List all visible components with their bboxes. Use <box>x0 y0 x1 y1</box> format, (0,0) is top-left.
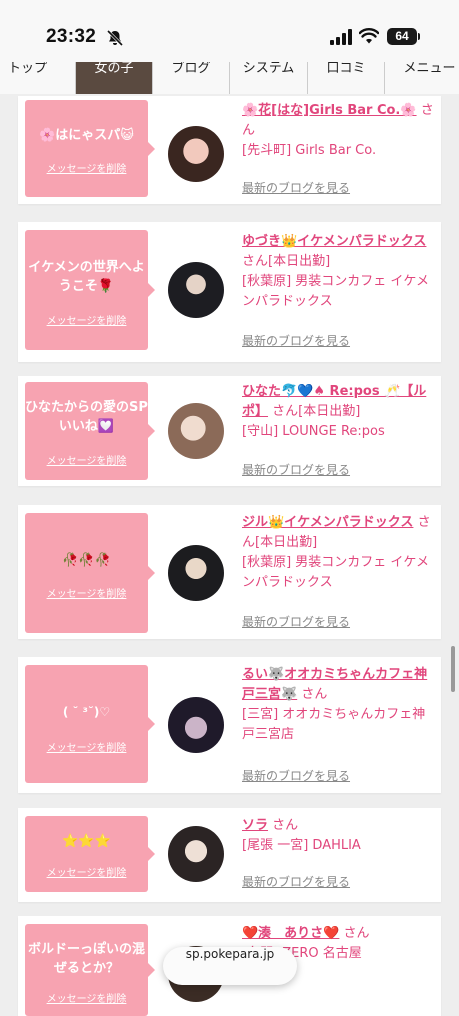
blog-link[interactable]: 最新のブログを見る <box>242 461 350 478</box>
delete-message-link[interactable]: メッセージを削除 <box>25 452 148 467</box>
tab-girls[interactable]: 女の子 <box>76 62 153 94</box>
blog-link[interactable]: 最新のブログを見る <box>242 332 350 349</box>
signal-icon <box>330 29 352 45</box>
status-bar: 23:32 64 <box>0 0 459 62</box>
avatar[interactable] <box>168 126 224 182</box>
avatar[interactable] <box>168 403 224 459</box>
tab-top[interactable]: トップ <box>0 62 76 94</box>
shop-name: [先斗町] Girls Bar Co. <box>242 143 377 158</box>
status-time: 23:32 <box>46 26 97 47</box>
message-card: ⭐⭐⭐ メッセージを削除 ソラ さん [尾張 一宮] DAHLIA 最新のブログ… <box>18 808 441 902</box>
today-badge: [本日出勤] <box>255 535 318 550</box>
message-card: ( ˘ ³˘)♡ メッセージを削除 るい🐺オオカミちゃんカフェ神戸三宮🐺 さん … <box>18 657 441 793</box>
message-text: ⭐⭐⭐ <box>62 834 111 849</box>
blog-link[interactable]: 最新のブログを見る <box>242 613 350 630</box>
wifi-icon <box>359 28 379 44</box>
message-bubble: イケメンの世界へようこそ🌹 メッセージを削除 <box>25 230 155 350</box>
message-bubble: ( ˘ ³˘)♡ メッセージを削除 <box>25 665 155 783</box>
cast-name-link[interactable]: 🌸花[はな]Girls Bar Co.🌸 <box>242 103 417 118</box>
shop-name: [秋葉原] 男装コンカフェ イケメンパラドックス <box>242 555 430 590</box>
shop-name: [守山] LOUNGE Re:pos <box>242 424 385 439</box>
cast-info: ソラ さん [尾張 一宮] DAHLIA <box>242 816 438 856</box>
cast-info: るい🐺オオカミちゃんカフェ神戸三宮🐺 さん [三宮] オオカミちゃんカフェ神戸三… <box>242 665 438 745</box>
shop-name: [三宮] オオカミちゃんカフェ神戸三宮店 <box>242 707 426 742</box>
cast-info: ひなた🐬💙♠ Re:pos 🥂【ルポ】 さん[本日出勤] [守山] LOUNGE… <box>242 382 438 442</box>
avatar[interactable] <box>168 262 224 318</box>
honorific: さん <box>343 926 370 941</box>
delete-message-link[interactable]: メッセージを削除 <box>25 864 148 879</box>
cast-info: ジル👑イケメンパラドックス さん[本日出勤] [秋葉原] 男装コンカフェ イケメ… <box>242 513 438 593</box>
cast-info: 🌸花[はな]Girls Bar Co.🌸 さん [先斗町] Girls Bar … <box>242 101 438 161</box>
tab-bar: トップ 女の子 ブログ システム 口コミ メニュー <box>0 62 459 94</box>
tab-reviews[interactable]: 口コミ <box>308 62 385 94</box>
message-bubble: ひなたからの愛のSPいいね💟 メッセージを削除 <box>25 382 155 480</box>
message-bubble: 🥀🥀🥀 メッセージを削除 <box>25 513 155 633</box>
message-card: イケメンの世界へようこそ🌹 メッセージを削除 ゆづき👑イケメンパラドックス さん… <box>18 222 441 362</box>
cast-name-link[interactable]: るい🐺オオカミちゃんカフェ神戸三宮🐺 <box>242 667 427 702</box>
cast-name-link[interactable]: ソラ <box>242 818 268 833</box>
blog-link[interactable]: 最新のブログを見る <box>242 179 350 196</box>
scrollbar[interactable] <box>451 646 455 692</box>
message-card: 🌸はにゃスパ😺 メッセージを削除 🌸花[はな]Girls Bar Co.🌸 さん… <box>18 96 441 204</box>
tab-system[interactable]: システム <box>230 62 308 94</box>
message-text: ひなたからの愛のSPいいね💟 <box>25 400 148 434</box>
message-bubble: ⭐⭐⭐ メッセージを削除 <box>25 816 155 892</box>
cast-info: ゆづき👑イケメンパラドックス さん[本日出勤] [秋葉原] 男装コンカフェ イケ… <box>242 232 438 312</box>
delete-message-link[interactable]: メッセージを削除 <box>25 990 148 1005</box>
shop-name: [秋葉原] 男装コンカフェ イケメンパラドックス <box>242 274 430 309</box>
message-card: ひなたからの愛のSPいいね💟 メッセージを削除 ひなた🐬💙♠ Re:pos 🥂【… <box>18 376 441 486</box>
battery-tip <box>418 33 420 40</box>
battery-indicator: 64 <box>387 28 417 45</box>
delete-message-link[interactable]: メッセージを削除 <box>25 160 148 175</box>
message-bubble: 🌸はにゃスパ😺 メッセージを削除 <box>25 100 155 197</box>
today-badge: [本日出勤] <box>268 254 331 269</box>
message-text: ( ˘ ³˘)♡ <box>62 705 111 719</box>
honorific: さん <box>242 254 269 269</box>
cast-name-link[interactable]: ❤️湊 ありさ❤️ <box>242 926 339 941</box>
cast-name-link[interactable]: ジル👑イケメンパラドックス <box>242 515 413 530</box>
blog-link[interactable]: 最新のブログを見る <box>242 767 350 784</box>
message-card: 🥀🥀🥀 メッセージを削除 ジル👑イケメンパラドックス さん[本日出勤] [秋葉原… <box>18 505 441 639</box>
shop-name: [尾張 一宮] DAHLIA <box>242 838 361 853</box>
message-text: ボルドーっぽいの混ぜるとか？ <box>27 942 145 976</box>
cast-name-link[interactable]: ゆづき👑イケメンパラドックス <box>242 234 426 249</box>
avatar[interactable] <box>168 697 224 753</box>
today-badge: [本日出勤] <box>298 404 361 419</box>
honorific: さん <box>272 818 299 833</box>
avatar[interactable] <box>168 545 224 601</box>
honorific: さん <box>301 687 328 702</box>
message-bubble: ボルドーっぽいの混ぜるとか？ メッセージを削除 <box>25 924 155 1016</box>
url-bar[interactable]: sp.pokepara.jp <box>163 947 297 985</box>
tab-blog[interactable]: ブログ <box>153 62 230 94</box>
message-text: 🥀🥀🥀 <box>62 553 111 568</box>
message-text: イケメンの世界へようこそ🌹 <box>28 260 145 294</box>
delete-message-link[interactable]: メッセージを削除 <box>25 312 148 327</box>
message-text: 🌸はにゃスパ😺 <box>39 128 134 143</box>
avatar[interactable] <box>168 826 224 882</box>
honorific: さん <box>272 404 299 419</box>
delete-message-link[interactable]: メッセージを削除 <box>25 739 148 754</box>
bell-muted-icon <box>106 29 124 47</box>
delete-message-link[interactable]: メッセージを削除 <box>25 585 148 600</box>
blog-link[interactable]: 最新のブログを見る <box>242 873 350 890</box>
tab-menu[interactable]: メニュー <box>385 62 459 94</box>
